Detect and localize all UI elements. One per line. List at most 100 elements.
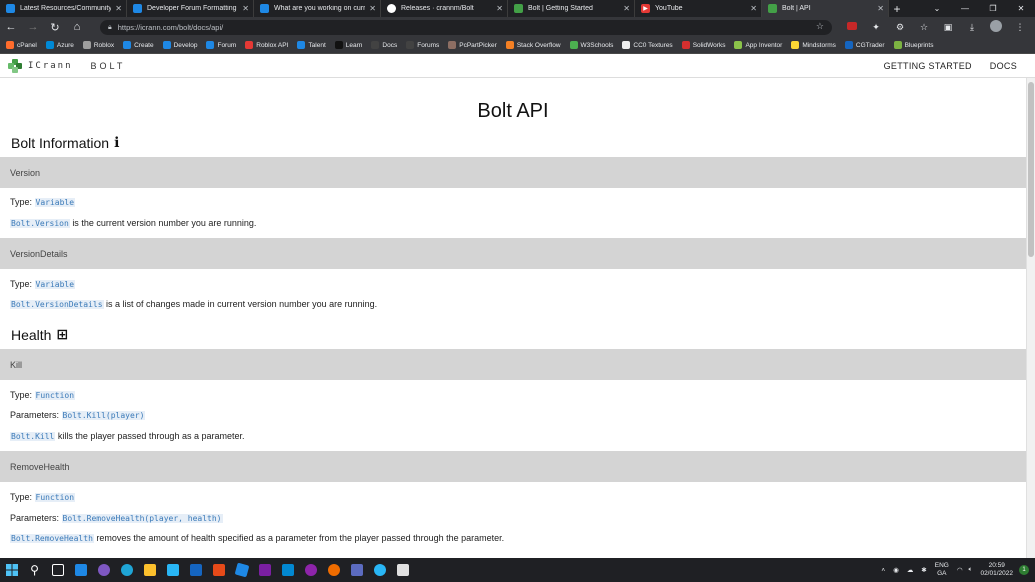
bookmark-roblox[interactable]: Roblox: [82, 41, 114, 49]
back-button[interactable]: ←: [0, 17, 22, 37]
bookmark-pcpartpicker[interactable]: PcPartPicker: [448, 41, 497, 49]
info-icon: ℹ: [114, 134, 120, 150]
close-icon[interactable]: ✕: [623, 4, 630, 13]
office-button[interactable]: [207, 558, 230, 582]
bookmark-cpanel[interactable]: cPanel: [6, 41, 37, 49]
vscode-button[interactable]: [276, 558, 299, 582]
bookmark-azure[interactable]: Azure: [45, 41, 74, 49]
new-tab-button[interactable]: +: [889, 0, 905, 17]
bookmark-roblox-api[interactable]: Roblox API: [245, 41, 288, 49]
bookmark-create[interactable]: Create: [123, 41, 154, 49]
bluetooth-icon[interactable]: ✱: [921, 566, 926, 574]
params-value: Bolt.Kill(player): [61, 411, 146, 420]
tab-getting-started[interactable]: Bolt | Getting Started ✕: [508, 0, 635, 17]
forward-button[interactable]: →: [22, 17, 44, 37]
tab-latest-resources[interactable]: Latest Resources/Community Re ✕: [0, 0, 127, 17]
tray-app-icon[interactable]: ◉: [893, 566, 899, 574]
bookmark-develop[interactable]: Develop: [162, 41, 197, 49]
roblox-forum-icon: [260, 4, 269, 13]
task-view-button[interactable]: [46, 558, 69, 582]
collections-icon[interactable]: ▣: [936, 22, 960, 33]
reload-button[interactable]: ↻: [44, 17, 66, 37]
bolt-logo-icon[interactable]: [8, 58, 22, 73]
roblox-studio-icon: [234, 562, 249, 578]
bookmarks-bar: cPanel Azure Roblox Create Develop Forum…: [0, 37, 1035, 54]
close-icon[interactable]: ✕: [750, 4, 757, 13]
store-button[interactable]: [161, 558, 184, 582]
blender-button[interactable]: [322, 558, 345, 582]
teams-button[interactable]: [345, 558, 368, 582]
bookmark-w3schools[interactable]: W3Schools: [569, 41, 613, 49]
extension-icon[interactable]: [840, 22, 864, 32]
bookmark-talent[interactable]: Talent: [297, 41, 326, 49]
volume-icon[interactable]: 🔈︎: [969, 566, 973, 574]
brand-name[interactable]: ICrann: [28, 61, 73, 71]
file-explorer-button[interactable]: [138, 558, 161, 582]
scrollbar-thumb[interactable]: [1028, 82, 1034, 257]
api-item-header: RemoveHealth: [0, 451, 1026, 482]
close-icon[interactable]: ✕: [877, 4, 884, 13]
bookmark-stack-overflow[interactable]: Stack Overflow: [505, 41, 561, 49]
restore-icon[interactable]: ❐: [979, 0, 1007, 17]
bookmark-app-inventor[interactable]: App Inventor: [734, 41, 782, 49]
lock-icon[interactable]: 🔒︎: [108, 24, 112, 32]
favorites-icon[interactable]: ☆: [912, 22, 936, 33]
tab-youtube[interactable]: ▶ YouTube ✕: [635, 0, 762, 17]
bookmark-blueprints[interactable]: Blueprints: [893, 41, 933, 49]
close-icon[interactable]: ✕: [369, 4, 376, 13]
tab-search-icon[interactable]: ⌄: [923, 0, 951, 17]
code-ref: Bolt.VersionDetails: [10, 300, 104, 309]
close-window-icon[interactable]: ✕: [1007, 0, 1035, 17]
mail-button[interactable]: [184, 558, 207, 582]
github-desktop-button[interactable]: [299, 558, 322, 582]
extension-puzzle-icon[interactable]: ✦: [864, 22, 888, 33]
language-indicator[interactable]: ENG GA: [935, 562, 949, 578]
minimize-icon[interactable]: —: [951, 0, 979, 17]
start-button[interactable]: [0, 558, 23, 582]
menu-icon[interactable]: ⋮: [1008, 22, 1032, 33]
telegram-button[interactable]: [368, 558, 391, 582]
nav-docs[interactable]: DOCS: [990, 61, 1017, 71]
address-bar[interactable]: 🔒︎ https://icrann.com/bolt/docs/api/ ☆: [100, 20, 832, 35]
chat-button[interactable]: [92, 558, 115, 582]
bookmark-star-icon[interactable]: ☆: [816, 21, 824, 32]
product-name[interactable]: BOLT: [91, 61, 126, 71]
vertical-scrollbar[interactable]: [1026, 78, 1035, 558]
tab-title: Bolt | API: [782, 5, 811, 12]
edge-taskbar-button[interactable]: [115, 558, 138, 582]
visual-studio-button[interactable]: [253, 558, 276, 582]
download-icon[interactable]: ⤓: [960, 22, 984, 33]
bookmark-cc0-textures[interactable]: CC0 Textures: [622, 41, 673, 49]
notification-badge[interactable]: 1: [1019, 565, 1029, 575]
home-button[interactable]: ⌂: [66, 17, 88, 37]
tab-what-working-on[interactable]: What are you working on curre ✕: [254, 0, 381, 17]
roblox-studio-button[interactable]: [230, 558, 253, 582]
tab-title: Bolt | Getting Started: [528, 5, 593, 12]
chevron-up-icon[interactable]: ˄: [881, 567, 885, 574]
bookmark-forum[interactable]: Forum: [206, 41, 236, 49]
profile-avatar[interactable]: [984, 20, 1008, 34]
bookmark-cgtrader[interactable]: CGTrader: [844, 41, 885, 49]
app-button[interactable]: [391, 558, 414, 582]
close-icon[interactable]: ✕: [496, 4, 503, 13]
widgets-button[interactable]: [69, 558, 92, 582]
bookmark-solidworks[interactable]: SolidWorks: [681, 41, 725, 49]
wifi-icon[interactable]: ◠: [957, 566, 963, 574]
nav-getting-started[interactable]: GETTING STARTED: [884, 61, 972, 71]
onedrive-icon[interactable]: ☁: [907, 566, 914, 574]
tab-bolt-api[interactable]: Bolt | API ✕: [762, 0, 889, 17]
code-ref: Bolt.Version: [10, 219, 70, 228]
bookmark-learn[interactable]: Learn: [334, 41, 362, 49]
system-tray: ˄ ◉ ☁ ✱ ENG GA ◠ 🔈︎ 20:59 02/01/2022 1: [881, 558, 1029, 582]
tab-developer-forum[interactable]: Developer Forum Formatting G ✕: [127, 0, 254, 17]
telegram-icon: [373, 564, 386, 576]
tab-releases[interactable]: Releases · crannm/Bolt ✕: [381, 0, 508, 17]
search-button[interactable]: ⚲: [23, 558, 46, 582]
close-icon[interactable]: ✕: [115, 4, 122, 13]
bookmark-docs[interactable]: Docs: [371, 41, 397, 49]
bookmark-mindstorms[interactable]: Mindstorms: [791, 41, 836, 49]
bookmark-forums[interactable]: Forums: [406, 41, 439, 49]
close-icon[interactable]: ✕: [242, 4, 249, 13]
extensions-icon[interactable]: ⚙: [888, 22, 912, 33]
clock[interactable]: 20:59 02/01/2022: [980, 562, 1013, 578]
